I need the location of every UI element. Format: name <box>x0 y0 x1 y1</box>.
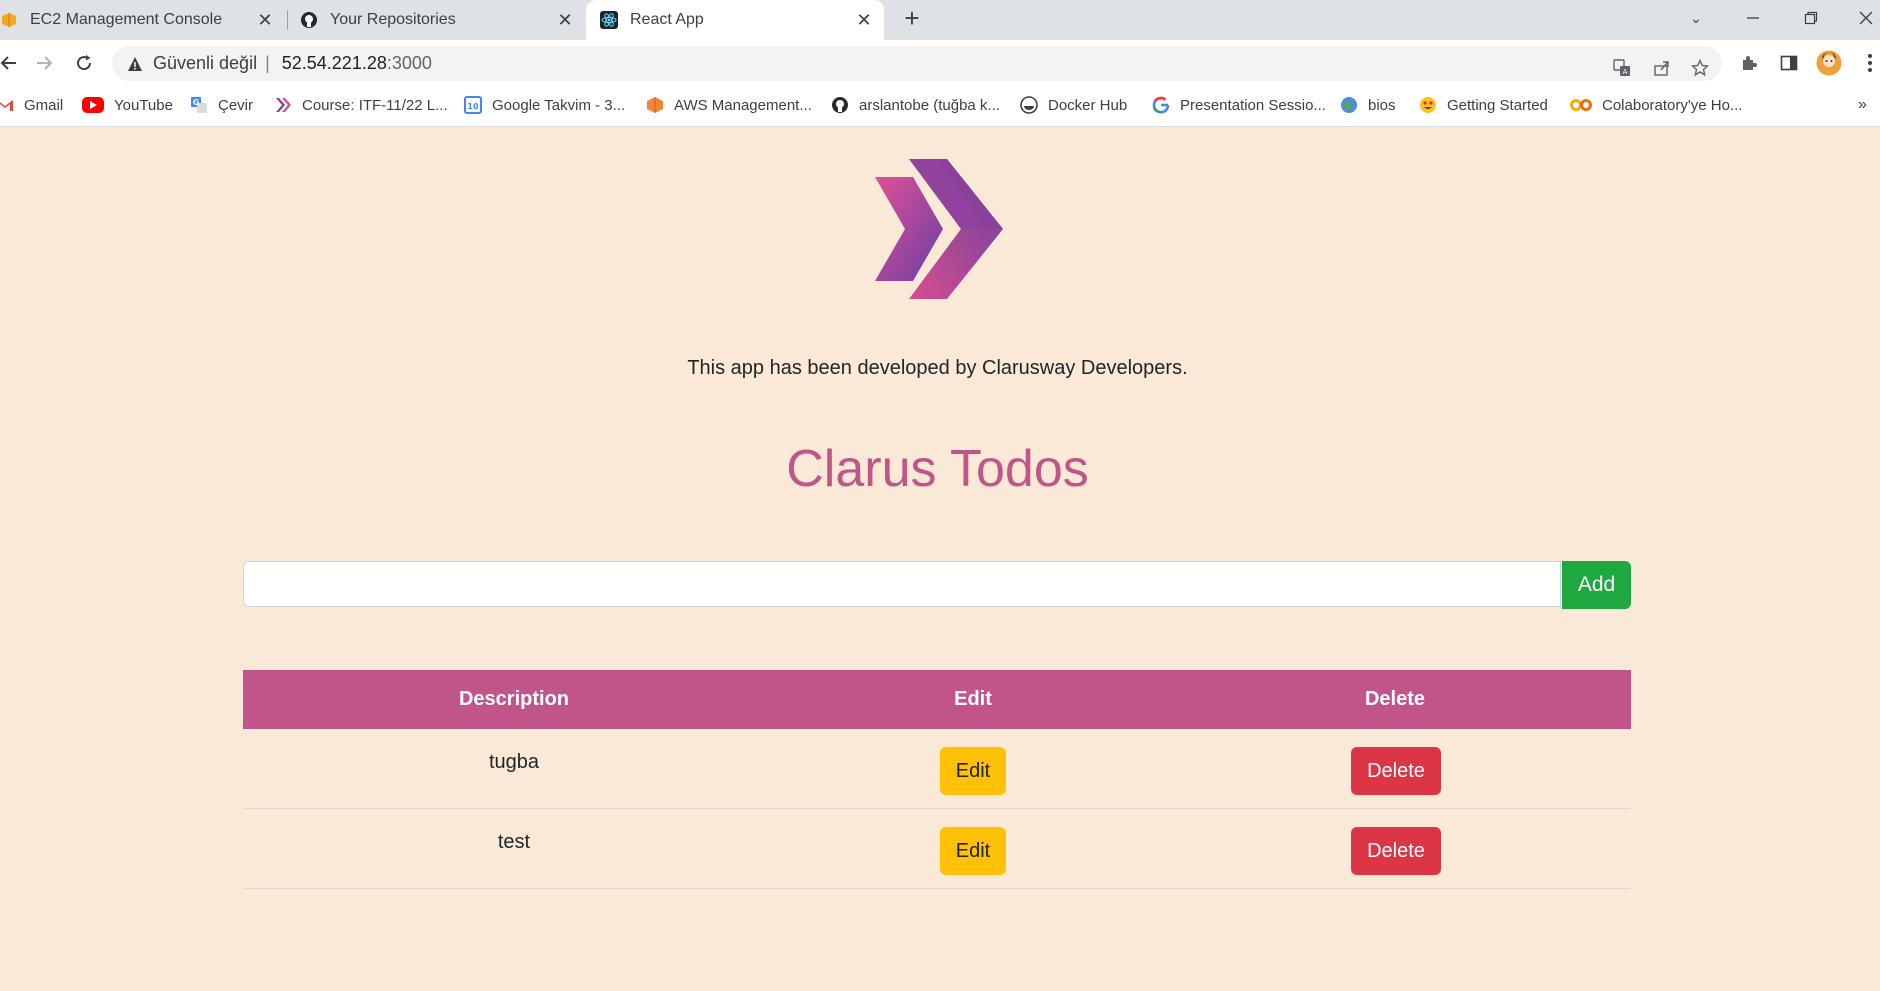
bookmark-label: Course: ITF-11/22 L... <box>302 96 448 114</box>
svg-text:10: 10 <box>467 102 479 111</box>
extensions-icon[interactable] <box>1732 46 1766 80</box>
browser-menu-icon[interactable] <box>1853 46 1880 80</box>
react-app-page: This app has been developed by Clarusway… <box>0 127 1880 991</box>
todo-input[interactable] <box>243 561 1561 607</box>
clarusway-icon <box>274 96 292 114</box>
bookmark-label: Presentation Sessio... <box>1180 96 1326 114</box>
emoji-icon <box>1419 96 1437 114</box>
delete-button[interactable]: Delete <box>1351 747 1441 795</box>
tab-ec2-console[interactable]: EC2 Management Console ✕ <box>0 0 285 40</box>
address-bar[interactable]: Güvenli değil | 52.54.221.28:3000 A <box>112 46 1722 81</box>
google-icon <box>1152 96 1170 114</box>
close-tab-icon[interactable]: ✕ <box>255 10 275 30</box>
bookmark-colab[interactable]: Colaboratory'ye Ho... <box>1570 89 1742 121</box>
share-icon[interactable] <box>1647 53 1677 83</box>
svg-text:A: A <box>1623 68 1628 76</box>
todos-table: Description Edit Delete tugba Edit Delet… <box>243 670 1631 889</box>
github-icon <box>831 96 849 114</box>
close-window-icon[interactable] <box>1846 0 1880 36</box>
column-header-delete: Delete <box>1364 688 1426 710</box>
side-panel-icon[interactable] <box>1772 46 1806 80</box>
translate-page-icon[interactable]: A <box>1607 53 1637 83</box>
youtube-icon <box>82 97 104 113</box>
bookmark-label: arslantobe (tuğba k... <box>859 96 1000 114</box>
react-icon <box>600 11 618 29</box>
tab-title: EC2 Management Console <box>30 11 223 28</box>
docker-icon <box>1020 96 1038 114</box>
clarusway-logo <box>875 159 1003 299</box>
todo-description: test <box>497 831 531 853</box>
profile-avatar[interactable] <box>1812 46 1846 80</box>
column-header-edit: Edit <box>954 688 992 710</box>
new-tab-icon[interactable]: + <box>892 0 932 36</box>
bookmark-youtube[interactable]: YouTube <box>82 89 173 121</box>
restore-icon[interactable] <box>1791 0 1831 36</box>
close-tab-icon[interactable]: ✕ <box>854 10 874 30</box>
aws-icon <box>646 96 664 114</box>
security-label: Güvenli değil <box>153 53 258 73</box>
browser-tab-strip: EC2 Management Console ✕ Your Repositori… <box>0 0 1880 40</box>
svg-text:G: G <box>193 98 200 107</box>
globe-icon <box>1340 96 1358 114</box>
tab-your-repositories[interactable]: Your Repositories ✕ <box>300 0 585 40</box>
table-row: tugba Edit Delete <box>243 729 1631 809</box>
bookmark-label: bios <box>1368 96 1396 114</box>
tab-search-chevron-icon[interactable]: ⌄ <box>1676 0 1716 36</box>
browser-toolbar: Güvenli değil | 52.54.221.28:3000 A <box>0 40 1880 89</box>
bookmark-docker-hub[interactable]: Docker Hub <box>1020 89 1127 121</box>
edit-button[interactable]: Edit <box>940 827 1006 875</box>
bookmark-star-icon[interactable] <box>1685 53 1715 83</box>
tab-react-app[interactable]: React App ✕ <box>586 0 884 40</box>
bookmark-label: Gmail <box>24 96 64 114</box>
calendar-icon: 10 <box>464 96 482 114</box>
more-bookmarks-icon[interactable]: » <box>1858 89 1867 121</box>
developer-credit: This app has been developed by Clarusway… <box>687 357 1188 379</box>
bookmark-cevir[interactable]: G Çevir <box>190 89 253 121</box>
back-icon[interactable] <box>0 46 26 80</box>
bookmark-label: Docker Hub <box>1048 96 1128 114</box>
translate-icon: G <box>190 96 208 114</box>
tab-title: React App <box>630 11 704 28</box>
bookmark-label: AWS Management... <box>674 96 812 114</box>
bookmark-label: YouTube <box>114 96 173 114</box>
minimize-icon[interactable] <box>1733 0 1773 36</box>
warning-icon <box>127 56 145 72</box>
table-row: test Edit Delete <box>243 809 1631 889</box>
bookmark-label: Google Takvim - 3... <box>492 96 626 114</box>
url-port: :3000 <box>386 53 432 73</box>
tab-title: Your Repositories <box>330 11 456 28</box>
bookmark-label: Getting Started <box>1447 96 1548 114</box>
bookmark-google-calendar[interactable]: 10 Google Takvim - 3... <box>464 89 625 121</box>
bookmark-course[interactable]: Course: ITF-11/22 L... <box>274 89 448 121</box>
bookmark-label: Çevir <box>218 96 254 114</box>
bookmark-presentation[interactable]: Presentation Sessio... <box>1152 89 1326 121</box>
tab-separator <box>287 10 288 30</box>
table-header: Description Edit Delete <box>243 670 1631 729</box>
github-icon <box>300 11 318 29</box>
page-title: Clarus Todos <box>786 440 1089 498</box>
bookmarks-bar: Gmail YouTube G Çevir Course: ITF-11/22 … <box>0 89 1880 127</box>
colab-icon <box>1570 96 1592 114</box>
address-divider: | <box>265 53 270 73</box>
edit-button[interactable]: Edit <box>940 747 1006 795</box>
bookmark-aws-management[interactable]: AWS Management... <box>646 89 812 121</box>
aws-icon <box>0 11 18 29</box>
todo-description: tugba <box>488 751 540 773</box>
reload-icon[interactable] <box>67 46 101 80</box>
forward-icon[interactable] <box>27 46 61 80</box>
url-host: 52.54.221.28 <box>281 53 387 73</box>
delete-button[interactable]: Delete <box>1351 827 1441 875</box>
bookmark-github[interactable]: arslantobe (tuğba k... <box>831 89 1000 121</box>
bookmark-gmail[interactable]: Gmail <box>0 89 63 121</box>
column-header-description: Description <box>458 688 570 710</box>
bookmark-getting-started[interactable]: Getting Started <box>1419 89 1548 121</box>
add-button[interactable]: Add <box>1562 561 1631 609</box>
gmail-icon <box>0 96 14 114</box>
bookmark-bios[interactable]: bios <box>1340 89 1396 121</box>
close-tab-icon[interactable]: ✕ <box>555 10 575 30</box>
bookmark-label: Colaboratory'ye Ho... <box>1602 96 1743 114</box>
